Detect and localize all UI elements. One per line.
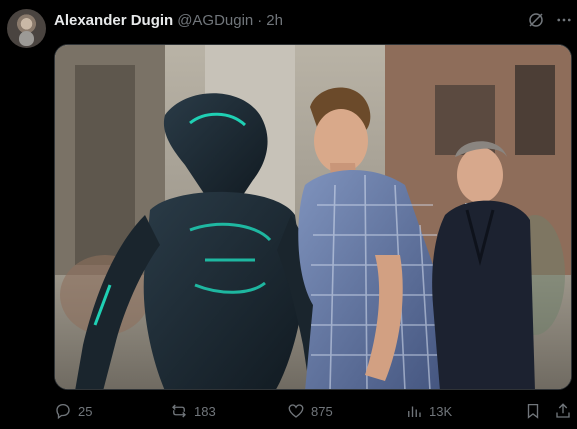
reply-button[interactable]: 25 xyxy=(54,400,92,422)
repost-icon xyxy=(172,404,186,418)
building-right-window-2 xyxy=(515,65,555,155)
views-count: 13K xyxy=(429,403,453,419)
like-count: 875 xyxy=(311,403,333,419)
repost-count: 183 xyxy=(194,403,216,419)
tweet-media-image[interactable] xyxy=(54,44,572,390)
more-icon[interactable] xyxy=(555,11,573,29)
tweet-header: Alexander Dugin @AGDugin · 2h xyxy=(54,10,283,30)
suit-man-face xyxy=(457,147,503,203)
suit-jacket xyxy=(432,200,535,389)
tweet-actions: 25 183 875 13K xyxy=(54,400,572,422)
reply-count: 25 xyxy=(78,403,93,419)
meme-image xyxy=(55,45,571,389)
grok-icon[interactable] xyxy=(527,11,545,29)
views-button[interactable]: 13K xyxy=(405,400,452,422)
views-icon xyxy=(408,406,421,417)
separator-dot: · xyxy=(257,11,263,29)
heart-icon xyxy=(288,404,304,418)
repost-button[interactable]: 183 xyxy=(170,400,216,422)
tweet-time[interactable]: 2h xyxy=(266,12,283,29)
share-icon xyxy=(556,403,570,418)
building-left-shadow xyxy=(75,65,135,265)
like-button[interactable]: 875 xyxy=(287,400,333,422)
author-handle[interactable]: @AGDugin xyxy=(177,12,253,29)
avatar-beard xyxy=(19,31,34,46)
bookmark-button[interactable] xyxy=(524,400,542,422)
author-name[interactable]: Alexander Dugin xyxy=(54,12,173,29)
avatar[interactable] xyxy=(7,9,46,48)
bookmark-icon xyxy=(527,403,539,419)
reply-icon xyxy=(56,403,70,420)
share-button[interactable] xyxy=(554,400,572,422)
tweet-card: Alexander Dugin @AGDugin · 2h 25 183 875… xyxy=(0,0,577,429)
